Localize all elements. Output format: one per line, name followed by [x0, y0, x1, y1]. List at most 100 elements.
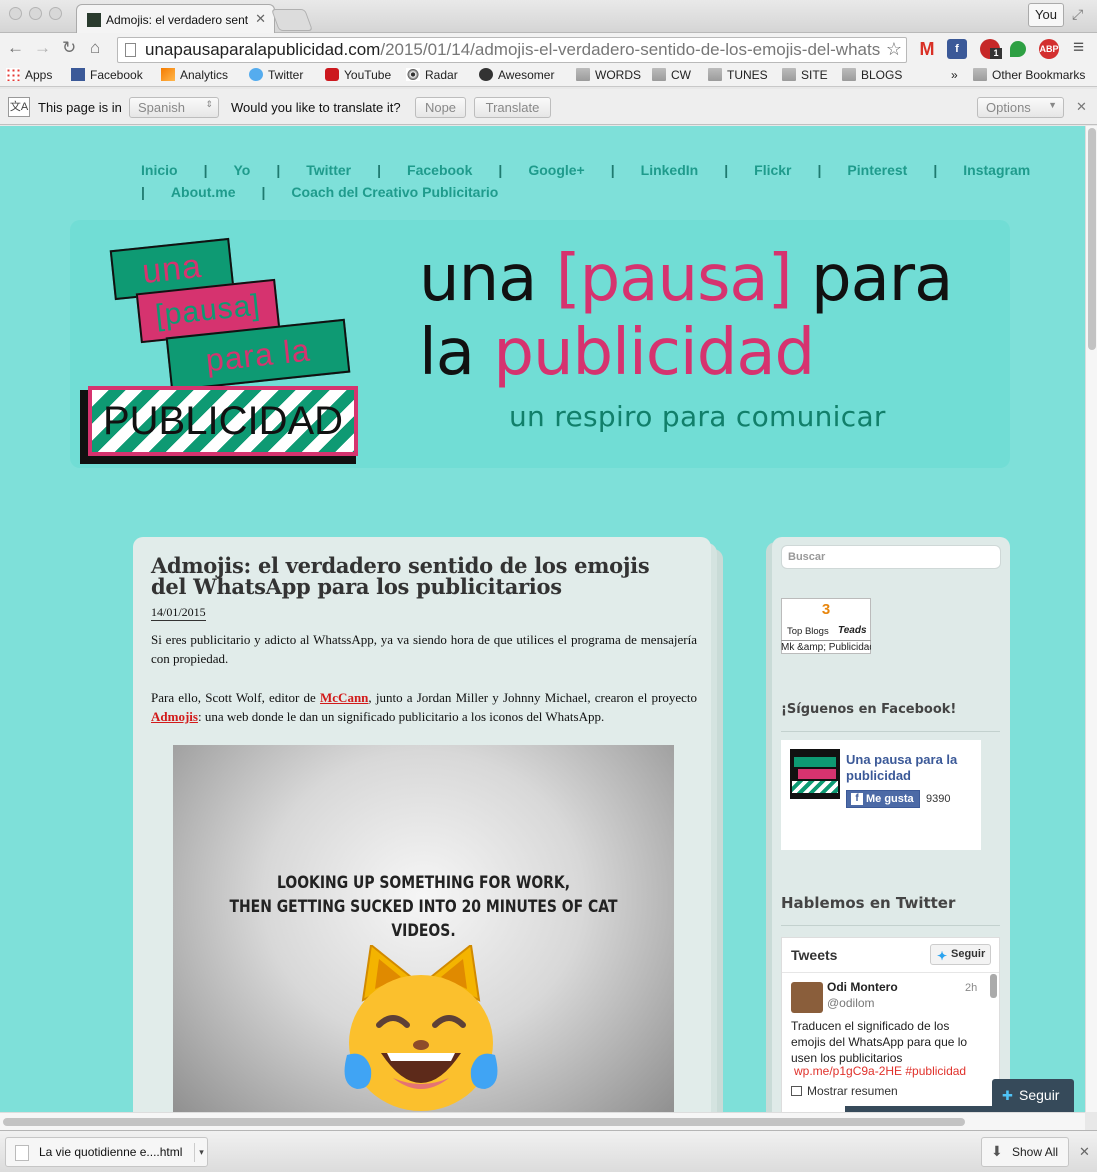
other-bookmarks[interactable]: Other Bookmarks	[973, 68, 1085, 82]
bookmark-apps[interactable]: Apps	[6, 68, 52, 82]
fb-page-name[interactable]: Una pausa para la publicidad	[846, 752, 976, 784]
options-select[interactable]: Options ▼	[977, 97, 1064, 118]
nope-button[interactable]: Nope	[415, 97, 466, 118]
tweet-author-name[interactable]: Odi Montero	[827, 980, 898, 994]
bookmark-facebook[interactable]: Facebook	[71, 68, 143, 82]
divider	[782, 972, 999, 973]
close-window-icon[interactable]	[9, 7, 22, 20]
bookmark-youtube[interactable]: YouTube	[325, 68, 391, 82]
facebook-icon	[71, 68, 85, 81]
download-menu-arrow-icon[interactable]: ▾	[194, 1143, 208, 1162]
nav-linkedin[interactable]: LinkedIn	[641, 162, 699, 178]
awesomer-icon	[479, 68, 493, 81]
browser-tab[interactable]: Admojis: el verdadero sent ✕	[76, 4, 275, 34]
bookmark-label: SITE	[801, 68, 828, 82]
summary-label: Mostrar resumen	[807, 1084, 898, 1098]
stop-ext-icon[interactable]: 1	[980, 39, 1002, 59]
nav-facebook[interactable]: Facebook	[407, 162, 472, 178]
nav-coach[interactable]: Coach del Creativo Publicitario	[291, 184, 498, 200]
horizontal-scrollbar[interactable]	[0, 1112, 1085, 1130]
wordpress-follow-button[interactable]: ✚ Seguir	[992, 1079, 1074, 1113]
fb-like-button[interactable]: f Me gusta	[846, 790, 920, 808]
vertical-scrollbar[interactable]	[1085, 126, 1097, 1112]
extension-badge: 1	[990, 48, 1002, 59]
nav-inicio[interactable]: Inicio	[141, 162, 178, 178]
nav-instagram[interactable]: Instagram	[963, 162, 1030, 178]
site-tagline: un respiro para comunicar	[509, 400, 886, 433]
tweet-link[interactable]: wp.me/p1gC9a-2HE #publicidad	[794, 1064, 966, 1078]
minimize-window-icon[interactable]	[29, 7, 42, 20]
translate-prefix: This page is in	[38, 100, 122, 115]
scroll-thumb[interactable]	[1088, 128, 1096, 350]
tweet-summary-toggle[interactable]: Mostrar resumen	[791, 1084, 898, 1098]
bookmarks-bar: Apps Facebook Analytics Twitter YouTube …	[0, 65, 1097, 87]
forward-icon[interactable]: →	[34, 38, 51, 58]
translate-button[interactable]: Translate	[474, 97, 551, 118]
bookmark-analytics[interactable]: Analytics	[161, 68, 228, 82]
bookmark-blogs[interactable]: BLOGS	[842, 68, 902, 82]
nav-googleplus[interactable]: Google+	[528, 162, 584, 178]
site-logo[interactable]: una [pausa] para la PUBLICIDAD	[80, 226, 360, 466]
show-all-downloads-button[interactable]: ⬇ Show All	[981, 1137, 1069, 1167]
page-icon	[125, 43, 136, 57]
site-header[interactable]: una [pausa] para la PUBLICIDAD una [paus…	[70, 220, 1010, 468]
topblogs-badge[interactable]: 3 Top Blogs Teads Mk &amp; Publicidad	[781, 598, 871, 654]
post-title[interactable]: Admojis: el verdadero sentido de los emo…	[151, 555, 691, 597]
search-input[interactable]: Buscar	[781, 545, 1001, 569]
chrome-file-icon	[15, 1145, 29, 1161]
tweet-avatar[interactable]	[791, 982, 823, 1013]
tab-favicon-icon	[87, 13, 101, 27]
post-date[interactable]: 14/01/2015	[151, 605, 206, 621]
apps-grid-icon	[6, 68, 20, 81]
fullscreen-icon[interactable]: ⤢	[1072, 6, 1083, 23]
back-icon[interactable]: ←	[7, 38, 24, 58]
bookmark-label: Twitter	[268, 68, 304, 82]
avatar-stripe	[794, 757, 836, 767]
nav-aboutme[interactable]: About.me	[171, 184, 236, 200]
fb-page-avatar[interactable]	[790, 749, 840, 799]
bookmark-star-icon[interactable]: ☆	[886, 39, 902, 60]
reload-icon[interactable]: ↻	[62, 38, 76, 58]
post-image[interactable]: LOOKING UP SOMETHING FOR WORK, THEN GETTI…	[173, 745, 674, 1112]
url-host: unapausaparalapublicidad.com	[145, 40, 381, 59]
folder-icon	[708, 68, 722, 81]
bookmark-words[interactable]: WORDS	[576, 68, 641, 82]
nav-yo[interactable]: Yo	[233, 162, 250, 178]
bookmark-label: Apps	[25, 68, 53, 82]
title-pink: publicidad	[493, 316, 815, 390]
bookmark-cw[interactable]: CW	[652, 68, 691, 82]
mccann-link[interactable]: McCann	[320, 690, 368, 705]
profile-button[interactable]: You	[1028, 3, 1064, 27]
nav-flickr[interactable]: Flickr	[754, 162, 791, 178]
gmail-icon[interactable]: M	[917, 39, 937, 59]
close-translate-icon[interactable]: ✕	[1076, 99, 1087, 115]
home-icon[interactable]: ⌂	[90, 38, 100, 58]
scroll-thumb[interactable]	[3, 1118, 965, 1126]
facebook-ext-icon[interactable]: f	[947, 39, 967, 59]
nav-pinterest[interactable]: Pinterest	[847, 162, 907, 178]
zoom-window-icon[interactable]	[49, 7, 62, 20]
summary-icon	[791, 1086, 802, 1096]
admojis-link[interactable]: Admojis	[151, 709, 198, 724]
address-bar[interactable]: unapausaparalapublicidad.com/2015/01/14/…	[117, 37, 907, 63]
menu-icon[interactable]: ≡	[1073, 37, 1084, 59]
tab-close-icon[interactable]: ✕	[255, 11, 266, 27]
image-caption: LOOKING UP SOMETHING FOR WORK, THEN GETTI…	[218, 871, 629, 943]
bookmark-tunes[interactable]: TUNES	[708, 68, 768, 82]
language-select[interactable]: Spanish ⇕	[129, 97, 219, 118]
tweet-scrollbar[interactable]	[990, 974, 997, 998]
bookmark-twitter[interactable]: Twitter	[249, 68, 303, 82]
tweet-time[interactable]: 2h	[965, 982, 977, 994]
twitter-follow-button[interactable]: ✦ Seguir	[930, 944, 991, 965]
close-downloads-icon[interactable]: ✕	[1079, 1144, 1090, 1160]
bookmark-awesomer[interactable]: Awesomer	[479, 68, 554, 82]
text: : una web donde le dan un significado pu…	[197, 709, 605, 724]
download-item[interactable]: La vie quotidienne e....html ▾	[5, 1137, 208, 1167]
adblock-icon[interactable]: ABP	[1039, 39, 1059, 59]
nav-twitter[interactable]: Twitter	[306, 162, 351, 178]
bookmark-site[interactable]: SITE	[782, 68, 828, 82]
bookmark-radar[interactable]: Radar	[406, 68, 458, 82]
bookmarks-overflow[interactable]: »	[951, 68, 958, 82]
tweet-author-handle[interactable]: @odilom	[827, 996, 875, 1010]
evernote-ext-icon[interactable]	[1010, 41, 1026, 57]
